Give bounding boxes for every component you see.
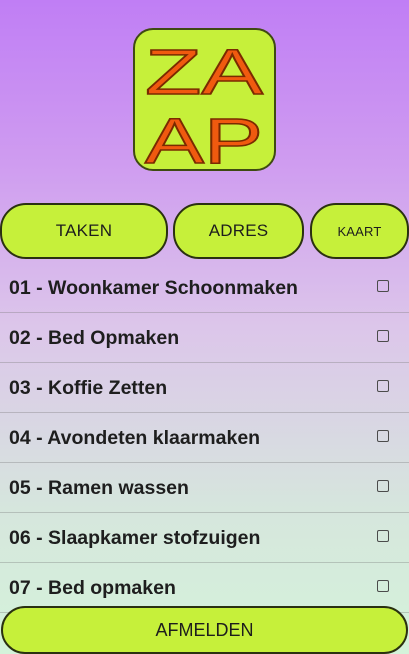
logo-line-2: AP — [145, 105, 263, 169]
task-label: 02 - Bed Opmaken — [9, 327, 180, 349]
tab-bar: TAKEN ADRES KAART — [0, 203, 409, 261]
logout-button[interactable]: AFMELDEN — [1, 606, 408, 654]
task-label: 01 - Woonkamer Schoonmaken — [9, 277, 298, 299]
task-row[interactable]: 03 - Koffie Zetten — [0, 363, 409, 413]
logo-badge: ZA AP — [133, 28, 276, 171]
task-checkbox[interactable] — [377, 430, 389, 442]
task-checkbox[interactable] — [377, 580, 389, 592]
tab-kaart[interactable]: KAART — [310, 203, 409, 259]
task-checkbox[interactable] — [377, 530, 389, 542]
task-list: 01 - Woonkamer Schoonmaken 02 - Bed Opma… — [0, 263, 409, 613]
tab-taken[interactable]: TAKEN — [0, 203, 168, 259]
app-logo: ZA AP — [133, 28, 276, 171]
task-checkbox[interactable] — [377, 280, 389, 292]
task-label: 04 - Avondeten klaarmaken — [9, 427, 261, 449]
task-label: 06 - Slaapkamer stofzuigen — [9, 527, 261, 549]
task-checkbox[interactable] — [377, 380, 389, 392]
task-label: 03 - Koffie Zetten — [9, 377, 168, 399]
task-checkbox[interactable] — [377, 480, 389, 492]
logo-lettering: ZA AP — [144, 35, 264, 169]
task-row[interactable]: 06 - Slaapkamer stofzuigen — [0, 513, 409, 563]
logo-line-1: ZA — [145, 36, 263, 108]
task-row[interactable]: 05 - Ramen wassen — [0, 463, 409, 513]
task-label: 05 - Ramen wassen — [9, 477, 189, 499]
task-row[interactable]: 02 - Bed Opmaken — [0, 313, 409, 363]
tab-adres[interactable]: ADRES — [173, 203, 304, 259]
task-checkbox[interactable] — [377, 330, 389, 342]
task-row[interactable]: 01 - Woonkamer Schoonmaken — [0, 263, 409, 313]
task-row[interactable]: 04 - Avondeten klaarmaken — [0, 413, 409, 463]
